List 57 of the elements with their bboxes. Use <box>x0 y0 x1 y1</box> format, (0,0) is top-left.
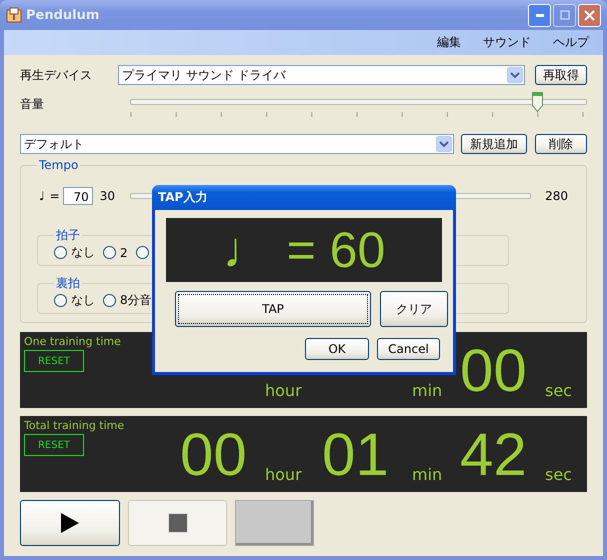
unit-label: min <box>412 465 444 484</box>
tap-button[interactable]: TAP <box>175 291 371 327</box>
seconds-value: 42 <box>460 424 528 486</box>
group-title: 裏拍 <box>55 275 81 292</box>
delete-button[interactable]: 削除 <box>535 134 587 154</box>
slider-thumb[interactable] <box>532 92 543 112</box>
group-title: 拍子 <box>55 227 81 244</box>
reset-button[interactable]: RESET <box>24 434 84 456</box>
cancel-button[interactable]: Cancel <box>377 338 440 360</box>
unit-label: hour <box>265 465 303 484</box>
close-icon <box>584 10 595 20</box>
max-label: 280 <box>545 189 568 203</box>
volume-slider[interactable] <box>130 92 587 112</box>
timer-title: One training time <box>24 335 122 348</box>
stop-icon <box>168 513 188 533</box>
unit-label: hour <box>265 381 303 400</box>
minutes-value: 01 <box>322 424 390 486</box>
play-button[interactable] <box>20 500 120 546</box>
radio-option[interactable]: なし <box>54 292 95 309</box>
seconds-value: 00 <box>460 340 528 402</box>
radio-option[interactable]: 2 <box>103 246 128 260</box>
window-title: Pendulum <box>26 8 100 22</box>
menu-item[interactable]: 編集 <box>437 34 461 51</box>
min-label: 30 <box>100 189 116 203</box>
play-icon <box>61 513 79 533</box>
menu-item[interactable]: サウンド <box>483 34 531 51</box>
tempo-readout: ♩ = 60 <box>222 221 386 279</box>
equals-sign: = <box>50 189 60 203</box>
clear-button[interactable]: クリア <box>380 291 448 327</box>
menu-item[interactable]: ヘルプ <box>553 34 589 51</box>
hours-value: 00 <box>180 424 248 486</box>
minimize-button[interactable] <box>528 4 551 26</box>
field-label: 音量 <box>20 96 45 112</box>
maximize-button[interactable] <box>553 4 576 26</box>
app-icon <box>6 7 22 23</box>
note-symbol: ♩ <box>39 189 45 203</box>
tempo-field[interactable]: 70 <box>62 187 93 205</box>
device-dropdown[interactable]: プライマリ サウンド ドライバ <box>118 65 525 85</box>
group-title: Tempo <box>38 158 80 172</box>
blank-button[interactable] <box>235 500 314 546</box>
minimize-icon <box>536 14 544 16</box>
radio-option[interactable]: 8分音 <box>103 292 152 309</box>
unit-label: sec <box>545 381 573 400</box>
close-button[interactable] <box>578 4 601 26</box>
preset-dropdown[interactable]: デフォルト <box>20 134 454 154</box>
unit-label: min <box>412 381 444 400</box>
timer-title: Total training time <box>24 419 126 432</box>
reset-button[interactable]: RESET <box>24 350 84 372</box>
radio-option[interactable] <box>136 246 149 259</box>
refresh-button[interactable]: 再取得 <box>535 65 587 85</box>
unit-label: sec <box>545 465 573 484</box>
dialog-title: TAP入力 <box>158 189 208 206</box>
field-label: 再生デバイス <box>20 66 93 84</box>
ok-button[interactable]: OK <box>305 338 369 360</box>
maximize-icon <box>560 10 570 20</box>
radio-option[interactable]: なし <box>54 244 95 261</box>
add-button[interactable]: 新規追加 <box>461 134 527 154</box>
